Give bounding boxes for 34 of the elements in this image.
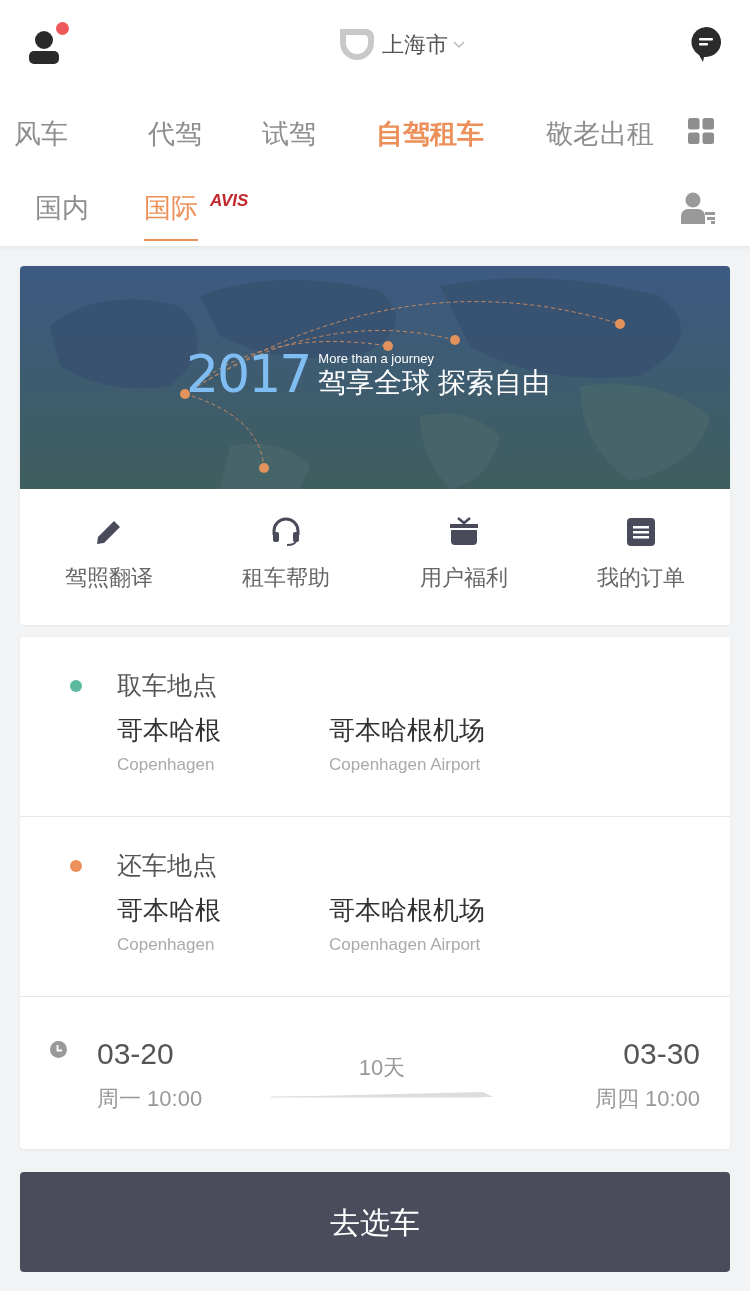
service-tab[interactable]: 代驾 bbox=[148, 114, 202, 155]
end-date[interactable]: 03-30 bbox=[623, 1031, 700, 1076]
place-option[interactable]: 哥本哈根机场 Copenhagen Airport bbox=[329, 890, 485, 957]
location-title: 还车地点 bbox=[117, 850, 217, 881]
shortcut-item[interactable]: 我的订单 bbox=[552, 489, 730, 625]
order-icon bbox=[626, 517, 657, 547]
service-tab[interactable]: 风车 bbox=[14, 114, 68, 155]
service-tab[interactable]: 试驾 bbox=[262, 114, 316, 155]
city-option[interactable]: 哥本哈根 Copenhagen bbox=[117, 890, 329, 957]
duration-label: 10天 bbox=[358, 1054, 406, 1082]
banner-year: 2017 bbox=[186, 348, 311, 400]
city-selector[interactable]: 上海市 bbox=[382, 27, 466, 61]
gift-icon bbox=[448, 517, 479, 547]
city-option[interactable]: 哥本哈根 Copenhagen bbox=[117, 710, 329, 777]
banner-tagline: More than a journey bbox=[318, 352, 435, 365]
grid-icon[interactable] bbox=[688, 118, 714, 144]
service-tab[interactable]: 敬老出租 bbox=[546, 114, 654, 155]
brand-label: AVIS bbox=[210, 190, 249, 212]
message-icon[interactable] bbox=[690, 26, 722, 62]
user-icon[interactable] bbox=[28, 30, 60, 64]
choose-car-button[interactable]: 去选车 bbox=[20, 1172, 730, 1272]
region-tab[interactable]: 国内 bbox=[35, 174, 89, 241]
person-list-icon[interactable] bbox=[681, 192, 715, 224]
chevron-down-icon bbox=[452, 39, 466, 49]
shortcut-item[interactable]: 用户福利 bbox=[375, 489, 553, 625]
location-title: 取车地点 bbox=[117, 670, 217, 701]
place-option[interactable]: 哥本哈根机场 Copenhagen Airport bbox=[329, 710, 485, 777]
headset-icon bbox=[271, 517, 302, 547]
shortcut-item[interactable]: 租车帮助 bbox=[197, 489, 375, 625]
arrow-icon bbox=[271, 1092, 493, 1098]
clock-icon bbox=[50, 1041, 67, 1058]
banner-slogan: 驾享全球 探索自由 bbox=[318, 366, 551, 400]
start-date[interactable]: 03-20 bbox=[97, 1031, 247, 1076]
shortcut-item[interactable]: 驾照翻译 bbox=[20, 489, 198, 625]
